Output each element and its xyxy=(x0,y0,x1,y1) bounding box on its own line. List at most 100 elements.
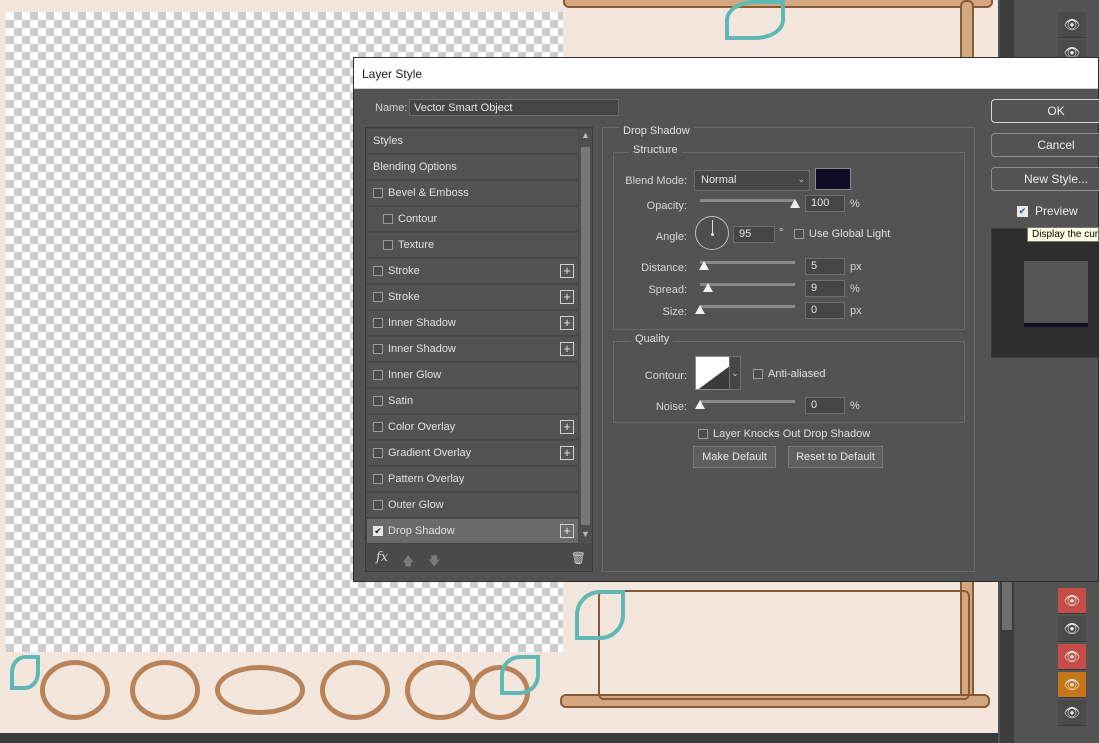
eye-icon[interactable]: 👁 xyxy=(1058,616,1086,642)
chevron-down-icon: ⌄ xyxy=(797,174,805,184)
opacity-slider[interactable] xyxy=(700,199,795,202)
add-effect-icon[interactable]: + xyxy=(560,290,574,304)
eye-icon[interactable]: 👁 xyxy=(1058,588,1086,614)
blend-mode-select[interactable]: Normal ⌄ xyxy=(694,170,810,191)
layer-name-input[interactable] xyxy=(409,99,619,116)
shadow-color-swatch[interactable] xyxy=(815,168,851,190)
spread-input[interactable]: 9 xyxy=(805,280,845,297)
add-effect-icon[interactable]: + xyxy=(560,446,574,460)
fx-button[interactable]: fx xyxy=(376,550,388,565)
opacity-input[interactable]: 100 xyxy=(805,195,845,212)
make-default-button[interactable]: Make Default xyxy=(693,446,776,468)
style-row-label: Pattern Overlay xyxy=(388,473,465,485)
style-row-color-overlay[interactable]: Color Overlay + xyxy=(367,415,578,440)
style-row-inner-shadow[interactable]: Inner Shadow + xyxy=(367,337,578,362)
angle-dial[interactable] xyxy=(695,216,729,250)
style-row-inner-glow[interactable]: Inner Glow xyxy=(367,363,578,388)
style-checkbox[interactable] xyxy=(383,214,393,224)
style-checkbox[interactable] xyxy=(373,266,383,276)
add-effect-icon[interactable]: + xyxy=(560,342,574,356)
preview-label: Preview xyxy=(1035,204,1078,218)
new-style-button[interactable]: New Style... xyxy=(991,167,1099,191)
use-global-light-checkbox[interactable]: Use Global Light xyxy=(794,228,890,240)
style-checkbox[interactable] xyxy=(373,448,383,458)
style-checkbox[interactable] xyxy=(383,240,393,250)
size-unit: px xyxy=(850,305,862,317)
name-label: Name: xyxy=(375,102,408,114)
preview-checkbox[interactable]: ✔ Preview xyxy=(1017,204,1078,218)
contour-label: Contour: xyxy=(644,370,687,382)
styles-scroll-thumb[interactable] xyxy=(581,147,590,525)
style-row-inner-shadow[interactable]: Inner Shadow + xyxy=(367,311,578,336)
style-checkbox[interactable] xyxy=(373,370,383,380)
arrow-down-icon[interactable]: 🡇 xyxy=(428,552,440,573)
frame-inner-bottom xyxy=(598,590,970,700)
style-row-gradient-overlay[interactable]: Gradient Overlay + xyxy=(367,441,578,466)
knocks-out-checkbox[interactable]: Layer Knocks Out Drop Shadow xyxy=(698,428,870,440)
spread-slider-thumb[interactable] xyxy=(703,283,713,292)
reset-to-default-button[interactable]: Reset to Default xyxy=(788,446,883,468)
style-checkbox[interactable] xyxy=(373,292,383,302)
style-checkbox[interactable] xyxy=(373,474,383,484)
check-icon: ✔ xyxy=(1017,205,1028,217)
scroll-up-icon[interactable]: ▲ xyxy=(579,130,592,140)
spread-slider[interactable] xyxy=(700,283,795,286)
anti-aliased-checkbox[interactable]: Anti-aliased xyxy=(753,368,825,380)
size-input[interactable]: 0 xyxy=(805,302,845,319)
style-checkbox[interactable] xyxy=(373,318,383,328)
eye-icon[interactable]: 👁 xyxy=(1058,644,1086,670)
size-slider[interactable] xyxy=(700,305,795,308)
add-effect-icon[interactable]: + xyxy=(560,524,574,538)
style-row-stroke[interactable]: Stroke + xyxy=(367,259,578,284)
eye-icon[interactable]: 👁 xyxy=(1058,700,1086,726)
style-row-stroke[interactable]: Stroke + xyxy=(367,285,578,310)
style-checkbox[interactable] xyxy=(373,344,383,354)
blend-mode-label: Blend Mode: xyxy=(625,175,687,187)
noise-slider-thumb[interactable] xyxy=(695,400,705,409)
style-row-label: Texture xyxy=(398,239,435,251)
eye-icon[interactable]: 👁 xyxy=(1058,12,1086,38)
size-slider-thumb[interactable] xyxy=(695,305,705,314)
style-checkbox[interactable] xyxy=(373,422,383,432)
style-row-contour[interactable]: Contour xyxy=(367,207,578,232)
ok-button[interactable]: OK xyxy=(991,99,1099,123)
style-row-bevel-emboss[interactable]: Bevel & Emboss xyxy=(367,181,578,206)
distance-input[interactable]: 5 xyxy=(805,258,845,275)
angle-input[interactable]: 95 xyxy=(733,226,775,243)
add-effect-icon[interactable]: + xyxy=(560,420,574,434)
style-row-pattern-overlay[interactable]: Pattern Overlay xyxy=(367,467,578,492)
style-row-satin[interactable]: Satin xyxy=(367,389,578,414)
distance-slider-thumb[interactable] xyxy=(699,261,709,270)
add-effect-icon[interactable]: + xyxy=(560,316,574,330)
eye-icon[interactable]: 👁 xyxy=(1058,672,1086,698)
distance-slider[interactable] xyxy=(700,261,795,264)
style-row-blending-options[interactable]: Blending Options xyxy=(367,155,578,180)
spread-unit: % xyxy=(850,283,860,295)
style-row-label: Drop Shadow xyxy=(388,525,455,537)
layer-style-dialog: Layer Style Name: Styles Blending Options… xyxy=(353,57,1099,582)
vine-ornament xyxy=(725,0,785,40)
preview-thumbnail xyxy=(1024,261,1088,327)
noise-slider[interactable] xyxy=(700,400,795,403)
arrow-up-icon[interactable]: 🡅 xyxy=(402,552,414,573)
style-checkbox[interactable] xyxy=(373,500,383,510)
trash-icon[interactable]: 🗑 xyxy=(571,551,586,565)
noise-input[interactable]: 0 xyxy=(805,397,845,414)
style-checkbox[interactable] xyxy=(373,188,383,198)
style-row-drop-shadow[interactable]: ✔ Drop Shadow + xyxy=(367,519,578,544)
style-row-styles[interactable]: Styles xyxy=(367,129,578,154)
style-checkbox[interactable]: ✔ xyxy=(373,526,383,536)
cancel-button[interactable]: Cancel xyxy=(991,133,1099,157)
anti-aliased-label: Anti-aliased xyxy=(768,368,826,380)
noise-unit: % xyxy=(850,400,860,412)
style-checkbox[interactable] xyxy=(373,396,383,406)
scroll-down-icon[interactable]: ▼ xyxy=(579,529,592,539)
style-row-outer-glow[interactable]: Outer Glow xyxy=(367,493,578,518)
style-row-label: Blending Options xyxy=(373,161,457,173)
chevron-down-icon[interactable]: ⌄ xyxy=(729,356,741,390)
add-effect-icon[interactable]: + xyxy=(560,264,574,278)
distance-label: Distance: xyxy=(641,262,687,274)
style-row-texture[interactable]: Texture xyxy=(367,233,578,258)
styles-scrollbar[interactable]: ▲ ▼ xyxy=(579,129,592,543)
opacity-slider-thumb[interactable] xyxy=(790,199,800,208)
